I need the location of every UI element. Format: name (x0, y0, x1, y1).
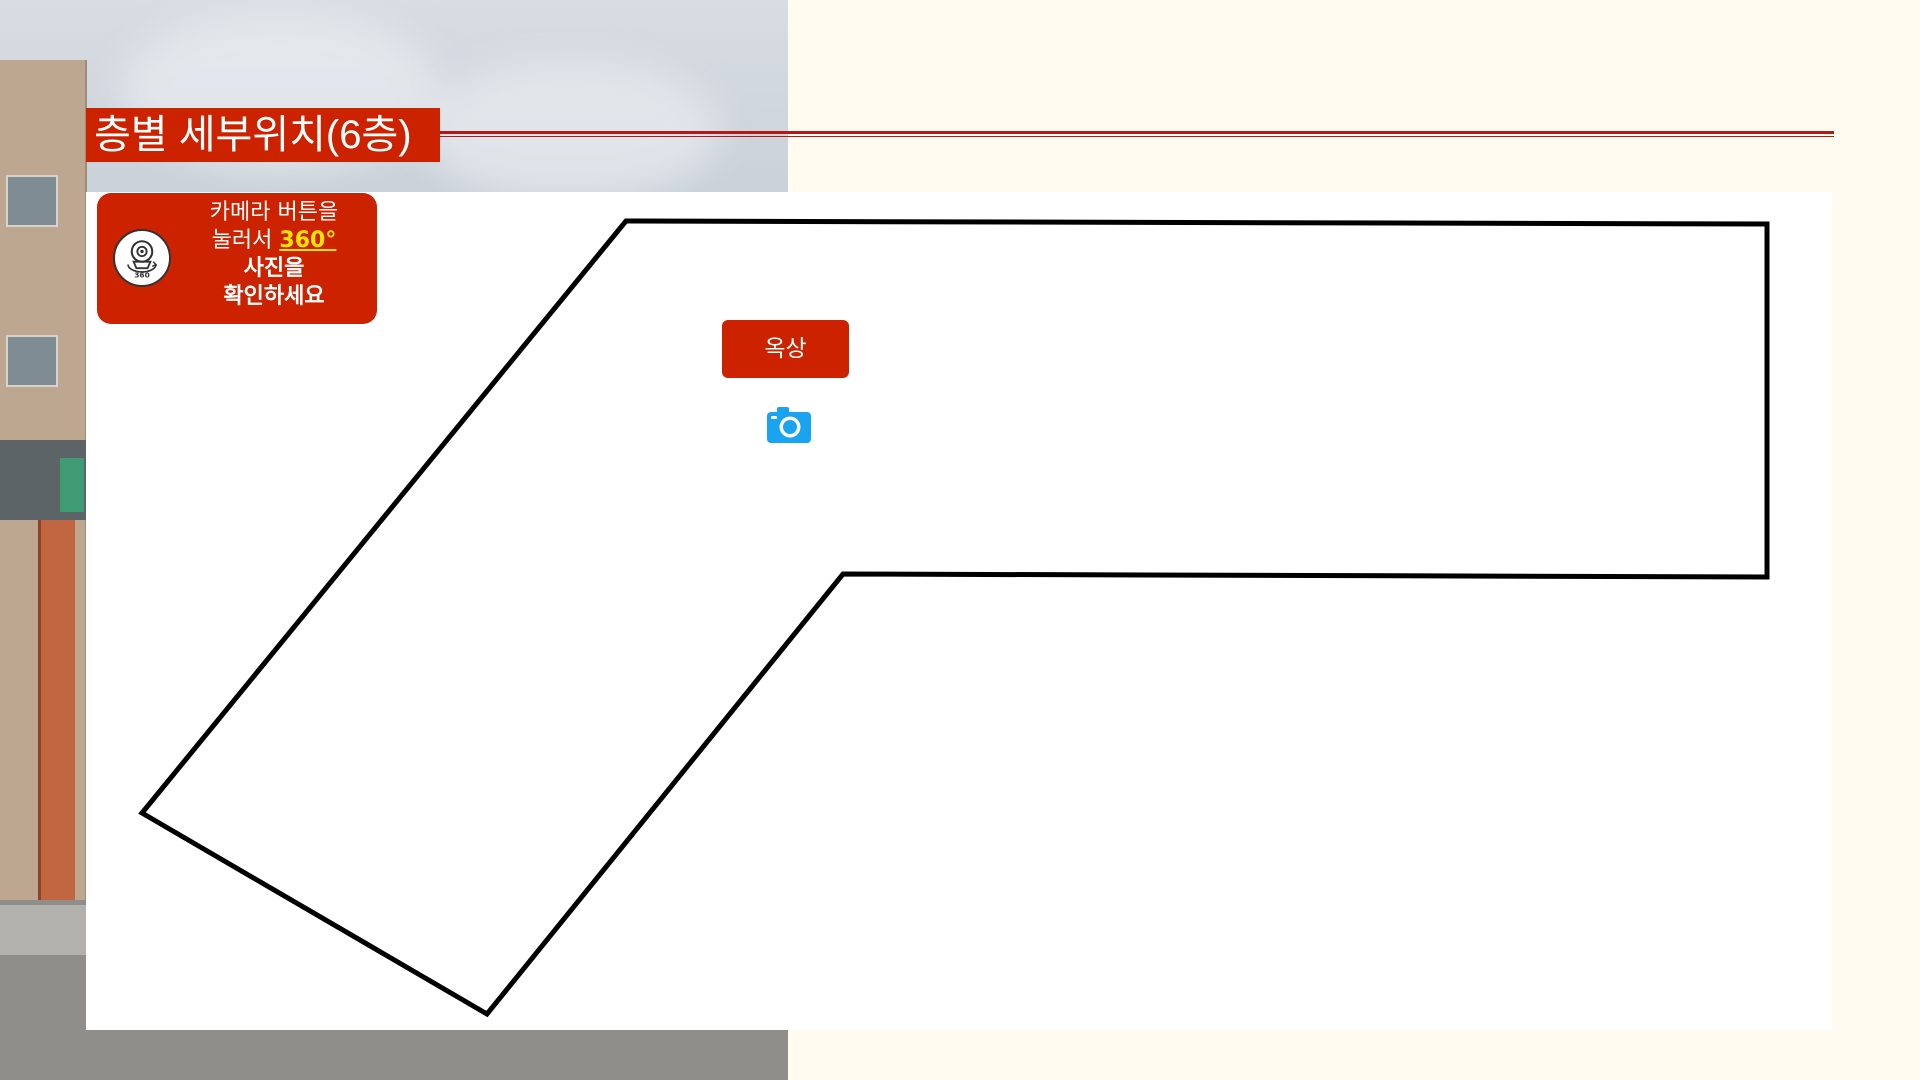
title-divider-thin (440, 136, 1834, 137)
camera-icon[interactable] (766, 405, 812, 445)
location-label-rooftop[interactable]: 옥상 (722, 320, 849, 378)
instruction-line-4: 확인하세요 (223, 284, 325, 309)
instruction-text: 카메라 버튼을 눌러서 360° 사진을 확인하세요 (179, 199, 369, 311)
page-title: 층별 세부위치(6층) (86, 108, 440, 162)
instruction-line-2-prefix: 눌러서 (211, 228, 280, 253)
instruction-line-2: 눌러서 360° (179, 227, 369, 255)
instruction-highlight-360: 360° (279, 228, 337, 253)
title-divider (440, 131, 1834, 134)
camera-360-icon-label: 360 (134, 271, 150, 280)
instruction-line-1: 카메라 버튼을 (209, 200, 339, 225)
camera-360-icon: 360 (113, 229, 171, 287)
instruction-line-3: 사진을 (243, 256, 305, 281)
instruction-badge: 360 카메라 버튼을 눌러서 360° 사진을 확인하세요 (97, 193, 377, 324)
